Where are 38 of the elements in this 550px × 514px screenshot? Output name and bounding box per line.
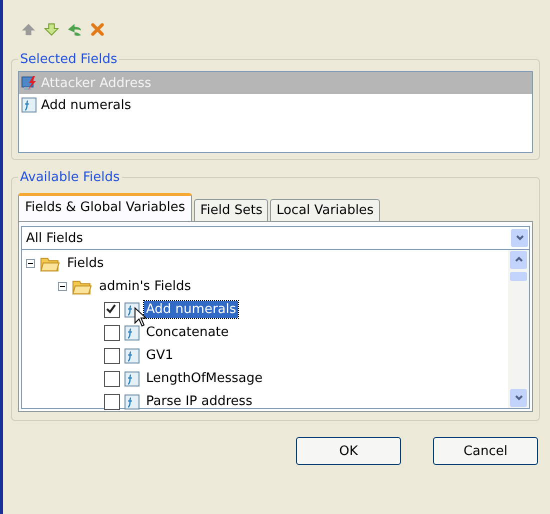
tree-item[interactable]: GV1: [144, 347, 176, 364]
collapse-icon[interactable]: [58, 282, 67, 291]
list-item[interactable]: Add numerals: [19, 94, 532, 116]
filter-dropdown[interactable]: All Fields: [21, 226, 530, 250]
scrollbar[interactable]: [508, 250, 529, 408]
tree-item[interactable]: Add numerals: [144, 301, 238, 318]
delete-icon[interactable]: [90, 22, 105, 36]
checkbox[interactable]: [104, 348, 120, 364]
function-icon: [124, 394, 140, 410]
left-arrow-icon[interactable]: [67, 22, 82, 36]
scroll-down-icon[interactable]: [510, 389, 527, 407]
collapse-icon[interactable]: [26, 259, 35, 268]
tree-item[interactable]: Concatenate: [144, 324, 231, 341]
scroll-up-icon[interactable]: [510, 251, 527, 269]
tree-item[interactable]: Parse IP address: [144, 393, 254, 410]
tree-item[interactable]: LengthOfMessage: [144, 370, 265, 387]
tab[interactable]: Fields & Global Variables: [18, 193, 192, 221]
tree-item[interactable]: admin's Fields: [97, 278, 193, 295]
event-icon: [21, 75, 37, 91]
function-icon: [124, 348, 140, 364]
ok-button[interactable]: OK: [296, 437, 401, 465]
cancel-button[interactable]: Cancel: [433, 437, 538, 465]
tab[interactable]: Local Variables: [270, 199, 380, 221]
checkbox[interactable]: [104, 370, 120, 386]
checkbox[interactable]: [104, 324, 120, 340]
group-title: Available Fields: [19, 170, 121, 185]
tab[interactable]: Field Sets: [194, 199, 268, 221]
down-arrow-icon[interactable]: [44, 22, 59, 36]
function-icon: [124, 324, 140, 340]
checkbox[interactable]: [104, 302, 120, 318]
function-icon: [124, 370, 140, 386]
group-title: Selected Fields: [19, 52, 118, 67]
up-arrow-icon[interactable]: [21, 22, 36, 36]
function-icon: [21, 97, 37, 113]
tree-item[interactable]: Fields: [65, 255, 106, 272]
checkbox[interactable]: [104, 394, 120, 410]
mouse-pointer-icon: [134, 307, 146, 327]
scroll-thumb[interactable]: [510, 272, 527, 281]
